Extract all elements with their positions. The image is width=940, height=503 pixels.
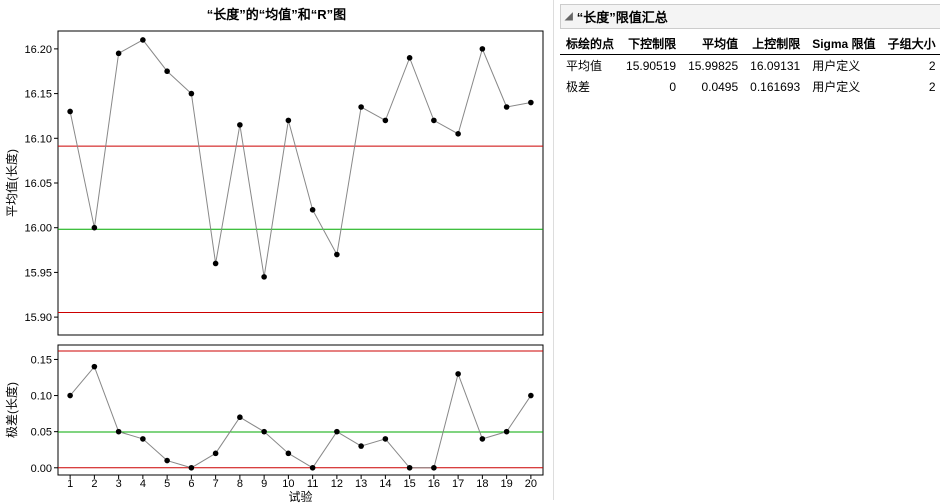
svg-text:19: 19 [501, 478, 513, 490]
app-root: “长度”的“均值”和“R”图 15.90 15.95 16.00 16.05 16.10… [0, 0, 940, 502]
th-subgroup: 子组大小 [882, 33, 940, 55]
summary-panel-header[interactable]: ◢ “长度”限值汇总 [560, 4, 940, 29]
svg-text:0.10: 0.10 [31, 391, 52, 403]
svg-text:3: 3 [116, 478, 122, 490]
th-lcl: 下控制限 [620, 33, 682, 55]
svg-text:0.00: 0.00 [31, 463, 52, 475]
svg-text:18: 18 [476, 478, 488, 490]
svg-text:极差(长度): 极差(长度) [4, 382, 19, 438]
svg-text:13: 13 [355, 478, 367, 490]
svg-text:15.90: 15.90 [24, 312, 52, 324]
svg-text:0.15: 0.15 [31, 354, 52, 366]
svg-text:0.05: 0.05 [31, 427, 52, 439]
svg-text:16: 16 [428, 478, 440, 490]
svg-text:20: 20 [525, 478, 537, 490]
svg-text:17: 17 [452, 478, 464, 490]
svg-text:6: 6 [188, 478, 194, 490]
th-point: 标绘的点 [560, 33, 620, 55]
svg-text:16.10: 16.10 [24, 133, 52, 145]
th-sigma: Sigma 限值 [806, 33, 881, 55]
th-ucl: 上控制限 [744, 33, 806, 55]
limits-table: 标绘的点 下控制限 平均值 上控制限 Sigma 限值 子组大小 平均值15.9… [560, 33, 940, 97]
summary-panel: ◢ “长度”限值汇总 标绘的点 下控制限 平均值 上控制限 Sigma 限值 子… [554, 0, 940, 502]
cell-sigma: 用户定义 [806, 55, 881, 77]
svg-text:16.15: 16.15 [24, 89, 52, 101]
svg-text:12: 12 [331, 478, 343, 490]
svg-text:15.95: 15.95 [24, 267, 52, 279]
th-mean: 平均值 [682, 33, 744, 55]
svg-text:平均值(长度): 平均值(长度) [4, 149, 19, 217]
cell-sigma: 用户定义 [806, 76, 881, 97]
svg-text:10: 10 [282, 478, 294, 490]
chart-title: “长度”的“均值”和“R”图 [0, 0, 553, 25]
table-row: 平均值15.9051915.9982516.09131用户定义2 [560, 55, 940, 77]
cell-mean: 0.0495 [682, 76, 744, 97]
cell-subgroup: 2 [882, 55, 940, 77]
svg-text:试验: 试验 [288, 489, 312, 503]
svg-text:11: 11 [307, 478, 318, 490]
svg-text:15: 15 [404, 478, 416, 490]
svg-text:4: 4 [140, 478, 146, 490]
cell-mean: 15.99825 [682, 55, 744, 77]
svg-text:16.05: 16.05 [24, 178, 52, 190]
disclosure-triangle-icon[interactable]: ◢ [565, 11, 573, 22]
svg-text:1: 1 [67, 478, 73, 490]
svg-text:8: 8 [237, 478, 243, 490]
table-row: 极差00.04950.161693用户定义2 [560, 76, 940, 97]
svg-text:16.20: 16.20 [24, 44, 52, 56]
cell-lcl: 0 [620, 76, 682, 97]
cell-subgroup: 2 [882, 76, 940, 97]
cell-ucl: 0.161693 [744, 76, 806, 97]
svg-text:7: 7 [213, 478, 219, 490]
svg-text:16.00: 16.00 [24, 223, 52, 235]
cell-lcl: 15.90519 [620, 55, 682, 77]
svg-text:5: 5 [164, 478, 170, 490]
svg-text:2: 2 [91, 478, 97, 490]
svg-text:9: 9 [261, 478, 267, 490]
control-charts-svg: 15.90 15.95 16.00 16.05 16.10 16.15 16.20 0.00 0… [0, 25, 553, 503]
cell-point: 极差 [560, 76, 620, 97]
chart-panel: “长度”的“均值”和“R”图 15.90 15.95 16.00 16.05 16.10… [0, 0, 554, 500]
cell-point: 平均值 [560, 55, 620, 77]
summary-panel-title: “长度”限值汇总 [577, 7, 668, 26]
cell-ucl: 16.09131 [744, 55, 806, 77]
svg-text:14: 14 [379, 478, 391, 490]
